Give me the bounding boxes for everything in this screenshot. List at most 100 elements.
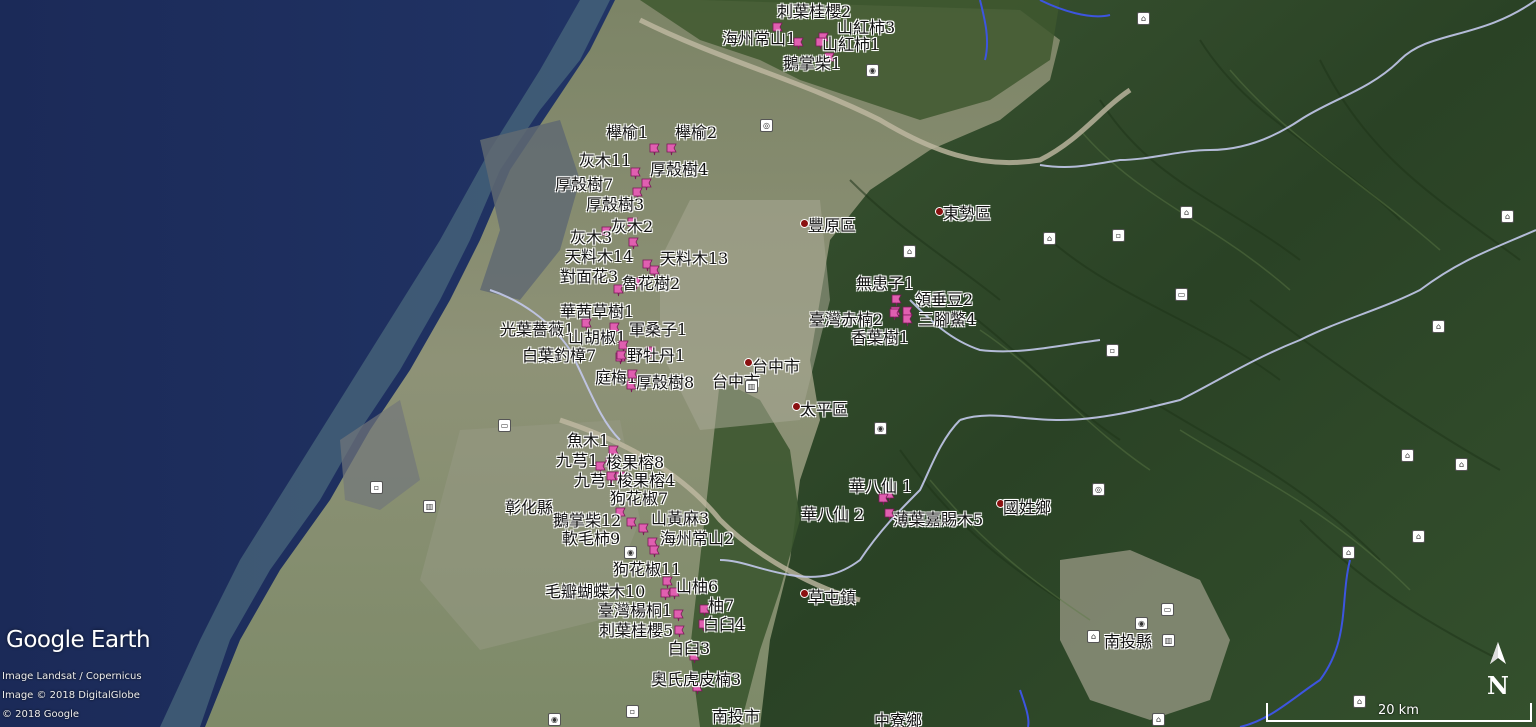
imagery-credit: © 2018 Google <box>2 709 80 720</box>
specimen-label[interactable]: 魯花樹2 <box>622 276 680 292</box>
camera-icon[interactable]: ◉ <box>1135 617 1148 630</box>
specimen-label[interactable]: 鵝掌柴12 <box>553 513 621 529</box>
specimen-label[interactable]: 白臼3 <box>668 641 710 657</box>
landmark-icon[interactable]: ▭ <box>1175 288 1188 301</box>
specimen-label[interactable]: 臺灣赤楠2 <box>809 312 883 328</box>
place-label-fengyuan[interactable]: 豐原區 <box>808 218 856 234</box>
specimen-label[interactable]: 軟毛柿9 <box>562 531 620 547</box>
specimen-label[interactable]: 海州常山2 <box>660 531 734 547</box>
landmark-icon[interactable]: ◎ <box>1092 483 1105 496</box>
specimen-label[interactable]: 灰木11 <box>579 153 631 169</box>
specimen-label[interactable]: 臺灣楊桐1 <box>598 603 672 619</box>
specimen-label[interactable]: 天料木13 <box>660 251 728 267</box>
specimen-label[interactable]: 山柚6 <box>676 579 718 595</box>
place-label-guoxing[interactable]: 國姓鄉 <box>1003 500 1051 516</box>
specimen-label[interactable]: 海州常山1 <box>722 31 796 47</box>
imagery-credit: Image Landsat / Copernicus <box>2 671 142 682</box>
specimen-label[interactable]: 毛瓣蝴蝶木10 <box>545 584 645 600</box>
landmark-icon[interactable]: ▥ <box>745 380 758 393</box>
specimen-label[interactable]: 狗花椒7 <box>610 491 668 507</box>
specimen-label[interactable]: 華茜草樹1 <box>560 304 634 320</box>
specimen-label[interactable]: 奧氏虎皮楠3 <box>651 672 741 688</box>
specimen-pin-icon[interactable] <box>672 609 685 622</box>
place-label-zhongliao[interactable]: 中寮鄉 <box>874 713 922 727</box>
map-view[interactable]: 豐原區 東勢區 台中市 太平區 彰化縣 國姓鄉 草屯鎮 南投縣 南投市 中寮鄉 … <box>0 0 1536 727</box>
urban-area <box>660 200 830 430</box>
specimen-label[interactable]: 對面花3 <box>560 269 618 285</box>
specimen-label[interactable]: 山黃麻3 <box>651 511 709 527</box>
specimen-label[interactable]: 光葉薔薇1 <box>500 322 574 338</box>
specimen-label[interactable]: 櫸榆2 <box>675 125 717 141</box>
specimen-label[interactable]: 薄葉嘉賜木5 <box>893 512 983 528</box>
specimen-label[interactable]: 香葉樹1 <box>851 330 909 346</box>
landmark-icon[interactable]: ▫ <box>1106 344 1119 357</box>
landmark-icon[interactable]: ⌂ <box>1043 232 1056 245</box>
place-label-nantou-city[interactable]: 南投市 <box>712 709 760 725</box>
specimen-pin-icon[interactable] <box>792 37 805 50</box>
specimen-label[interactable]: 三腳鱉4 <box>918 312 976 328</box>
specimen-label[interactable]: 魚木1 <box>567 433 609 449</box>
landmark-icon[interactable]: ▫ <box>1112 229 1125 242</box>
landmark-icon[interactable]: ▥ <box>1162 634 1175 647</box>
specimen-label[interactable]: 無患子1 <box>856 276 914 292</box>
camera-icon[interactable]: ◉ <box>866 64 879 77</box>
specimen-pin-icon[interactable] <box>637 523 650 536</box>
landmark-icon[interactable]: ⌂ <box>1455 458 1468 471</box>
landmark-icon[interactable]: ▫ <box>626 705 639 718</box>
north-arrow-icon[interactable]: N <box>1484 640 1512 698</box>
place-label-taiping[interactable]: 太平區 <box>800 402 848 418</box>
specimen-pin-icon[interactable] <box>648 143 661 156</box>
landmark-icon[interactable]: ⌂ <box>1432 320 1445 333</box>
landmark-icon[interactable]: ⌂ <box>1401 449 1414 462</box>
specimen-label[interactable]: 櫸榆1 <box>606 125 648 141</box>
specimen-label[interactable]: 野牡丹1 <box>627 348 685 364</box>
place-label-changhua[interactable]: 彰化縣 <box>505 500 553 516</box>
specimen-label[interactable]: 灰木2 <box>611 219 653 235</box>
camera-icon[interactable]: ◉ <box>548 713 561 726</box>
landmark-icon[interactable]: ▥ <box>423 500 436 513</box>
specimen-label[interactable]: 梭果榕4 <box>617 473 675 489</box>
place-label-nantou-county[interactable]: 南投縣 <box>1104 634 1152 650</box>
specimen-label[interactable]: 鵝掌柴1 <box>783 56 841 72</box>
landmark-icon[interactable]: ⌂ <box>903 245 916 258</box>
landmark-icon[interactable]: ⌂ <box>1137 12 1150 25</box>
specimen-label[interactable]: 梭果榕8 <box>606 455 664 471</box>
landmark-icon[interactable]: ▫ <box>370 481 383 494</box>
specimen-label[interactable]: 天料木14 <box>565 249 633 265</box>
landmark-icon[interactable]: ⌂ <box>1152 713 1165 726</box>
specimen-label[interactable]: 華八仙 2 <box>801 507 864 523</box>
landmark-icon[interactable]: ⌂ <box>1342 546 1355 559</box>
specimen-label[interactable]: 狗花椒11 <box>613 562 681 578</box>
specimen-label[interactable]: 灰木3 <box>570 230 612 246</box>
specimen-label[interactable]: 白臼4 <box>703 617 745 633</box>
specimen-label[interactable]: 厚殼樹8 <box>636 375 694 391</box>
specimen-label[interactable]: 領垂豆2 <box>915 292 973 308</box>
place-label-caotun[interactable]: 草屯鎮 <box>808 590 856 606</box>
landmark-icon[interactable]: ▭ <box>498 419 511 432</box>
specimen-pin-icon[interactable] <box>877 493 890 506</box>
landmark-icon[interactable]: ⌂ <box>1501 210 1514 223</box>
specimen-pin-icon[interactable] <box>665 143 678 156</box>
camera-icon[interactable]: ◉ <box>874 422 887 435</box>
specimen-label[interactable]: 山紅柿3 <box>837 20 895 36</box>
landmark-icon[interactable]: ⌂ <box>1087 630 1100 643</box>
landmark-icon[interactable]: ◎ <box>760 119 773 132</box>
landmark-icon[interactable]: ⌂ <box>1180 206 1193 219</box>
specimen-pin-icon[interactable] <box>659 588 672 601</box>
specimen-label[interactable]: 厚殼樹4 <box>650 162 708 178</box>
camera-icon[interactable]: ◉ <box>624 546 637 559</box>
specimen-pin-icon[interactable] <box>901 314 914 327</box>
specimen-pin-icon[interactable] <box>673 625 686 638</box>
place-label-dongshi[interactable]: 東勢區 <box>943 206 991 222</box>
specimen-label[interactable]: 九芎1 <box>556 453 598 469</box>
specimen-label[interactable]: 軍桑子1 <box>629 322 687 338</box>
specimen-label[interactable]: 山紅柿1 <box>822 37 880 53</box>
specimen-label[interactable]: 厚殼樹7 <box>555 177 613 193</box>
landmark-icon[interactable]: ⌂ <box>1412 530 1425 543</box>
specimen-pin-icon[interactable] <box>888 308 901 321</box>
specimen-label[interactable]: 白葉釣樟7 <box>522 348 596 364</box>
specimen-label[interactable]: 厚殼樹3 <box>586 197 644 213</box>
specimen-label[interactable]: 刺葉桂櫻5 <box>599 623 673 639</box>
landmark-icon[interactable]: ▭ <box>1161 603 1174 616</box>
specimen-label[interactable]: 柚7 <box>708 598 734 614</box>
